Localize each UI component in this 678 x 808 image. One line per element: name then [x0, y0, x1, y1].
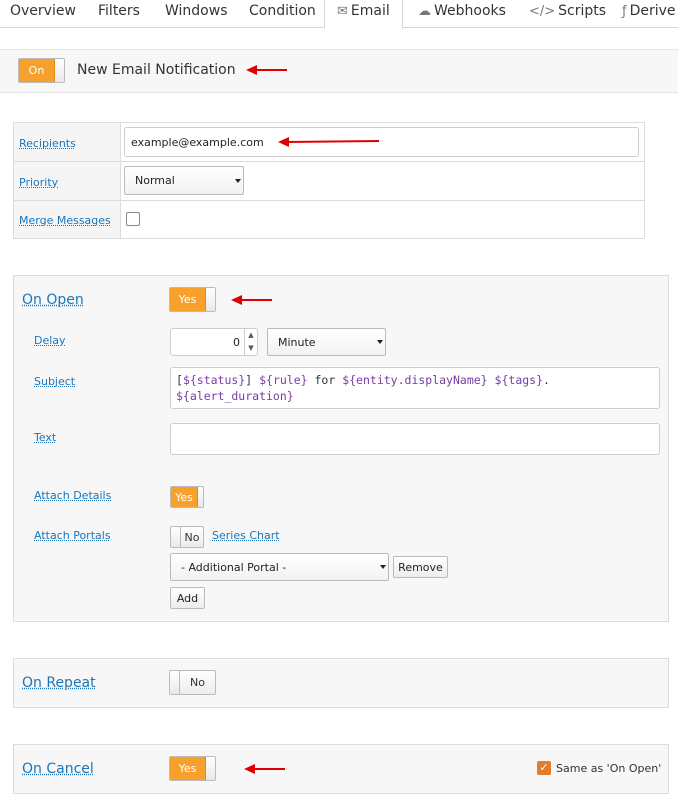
- same-as-on-open-label: Same as 'On Open': [556, 762, 662, 775]
- tab-overview[interactable]: Overview: [10, 0, 76, 28]
- attach-details-toggle[interactable]: Yes: [170, 486, 204, 508]
- code-icon: </>: [529, 4, 556, 19]
- on-repeat-section: [13, 658, 669, 708]
- annotation-arrow-icon: [244, 764, 285, 774]
- chevron-down-icon: [377, 340, 383, 344]
- notification-title: New Email Notification: [77, 62, 236, 78]
- recipients-label: Recipients: [19, 137, 76, 150]
- tab-filters[interactable]: Filters: [98, 0, 140, 28]
- checkmark-icon: ✓: [539, 761, 549, 774]
- subject-label: Subject: [34, 375, 76, 388]
- tab-windows[interactable]: Windows: [165, 0, 228, 28]
- tab-derive[interactable]: ƒ Derive: [622, 0, 676, 28]
- add-button[interactable]: Add: [170, 587, 205, 609]
- subject-input[interactable]: [${status}] ${rule} for ${entity.display…: [170, 367, 660, 409]
- series-chart-link[interactable]: Series Chart: [212, 529, 280, 542]
- tab-bar: Overview Filters Windows Condition ✉ Emai…: [0, 0, 678, 29]
- chevron-up-icon[interactable]: ▲: [245, 329, 257, 342]
- tab-webhooks[interactable]: ☁ Webhooks: [418, 0, 506, 28]
- notification-enabled-toggle[interactable]: On: [18, 58, 65, 83]
- annotation-arrow-icon: [231, 295, 272, 305]
- delay-label: Delay: [34, 334, 66, 347]
- delay-input[interactable]: 0 ▲ ▼: [170, 328, 258, 356]
- text-label: Text: [34, 431, 57, 444]
- annotation-arrow-icon: [278, 137, 380, 147]
- tab-scripts[interactable]: </> Scripts: [529, 0, 606, 28]
- on-repeat-title: On Repeat: [22, 675, 96, 691]
- envelope-icon: ✉: [337, 4, 348, 19]
- on-cancel-toggle[interactable]: Yes: [169, 756, 216, 781]
- additional-portal-select[interactable]: - Additional Portal -: [170, 553, 389, 581]
- merge-messages-checkbox[interactable]: [126, 212, 140, 226]
- delay-spinner[interactable]: ▲ ▼: [244, 329, 257, 355]
- chevron-down-icon[interactable]: ▼: [245, 342, 257, 355]
- same-as-on-open-checkbox[interactable]: ✓: [537, 761, 551, 775]
- tab-email[interactable]: ✉ Email: [324, 0, 403, 29]
- delay-unit-select[interactable]: Minute: [267, 328, 386, 356]
- recipients-input[interactable]: example@example.com: [124, 127, 639, 157]
- priority-select[interactable]: Normal: [124, 166, 244, 195]
- webhook-icon: ☁: [418, 4, 431, 19]
- attach-portals-toggle[interactable]: No: [170, 526, 204, 548]
- on-open-toggle[interactable]: Yes: [169, 287, 216, 312]
- priority-label: Priority: [19, 176, 59, 189]
- chevron-down-icon: [380, 565, 386, 569]
- on-open-title: On Open: [22, 292, 84, 308]
- attach-portals-label: Attach Portals: [34, 529, 111, 542]
- merge-row: Merge Messages: [14, 201, 644, 238]
- on-cancel-title: On Cancel: [22, 761, 94, 777]
- annotation-arrow-icon: [246, 65, 287, 75]
- merge-messages-label: Merge Messages: [19, 214, 111, 227]
- attach-details-label: Attach Details: [34, 489, 112, 502]
- chevron-down-icon: [235, 178, 241, 183]
- function-icon: ƒ: [622, 4, 627, 19]
- text-input[interactable]: [170, 423, 660, 455]
- priority-row: Priority: [14, 162, 644, 201]
- tab-condition[interactable]: Condition: [249, 0, 316, 28]
- on-repeat-toggle[interactable]: No: [169, 670, 216, 695]
- remove-button[interactable]: Remove: [393, 556, 448, 578]
